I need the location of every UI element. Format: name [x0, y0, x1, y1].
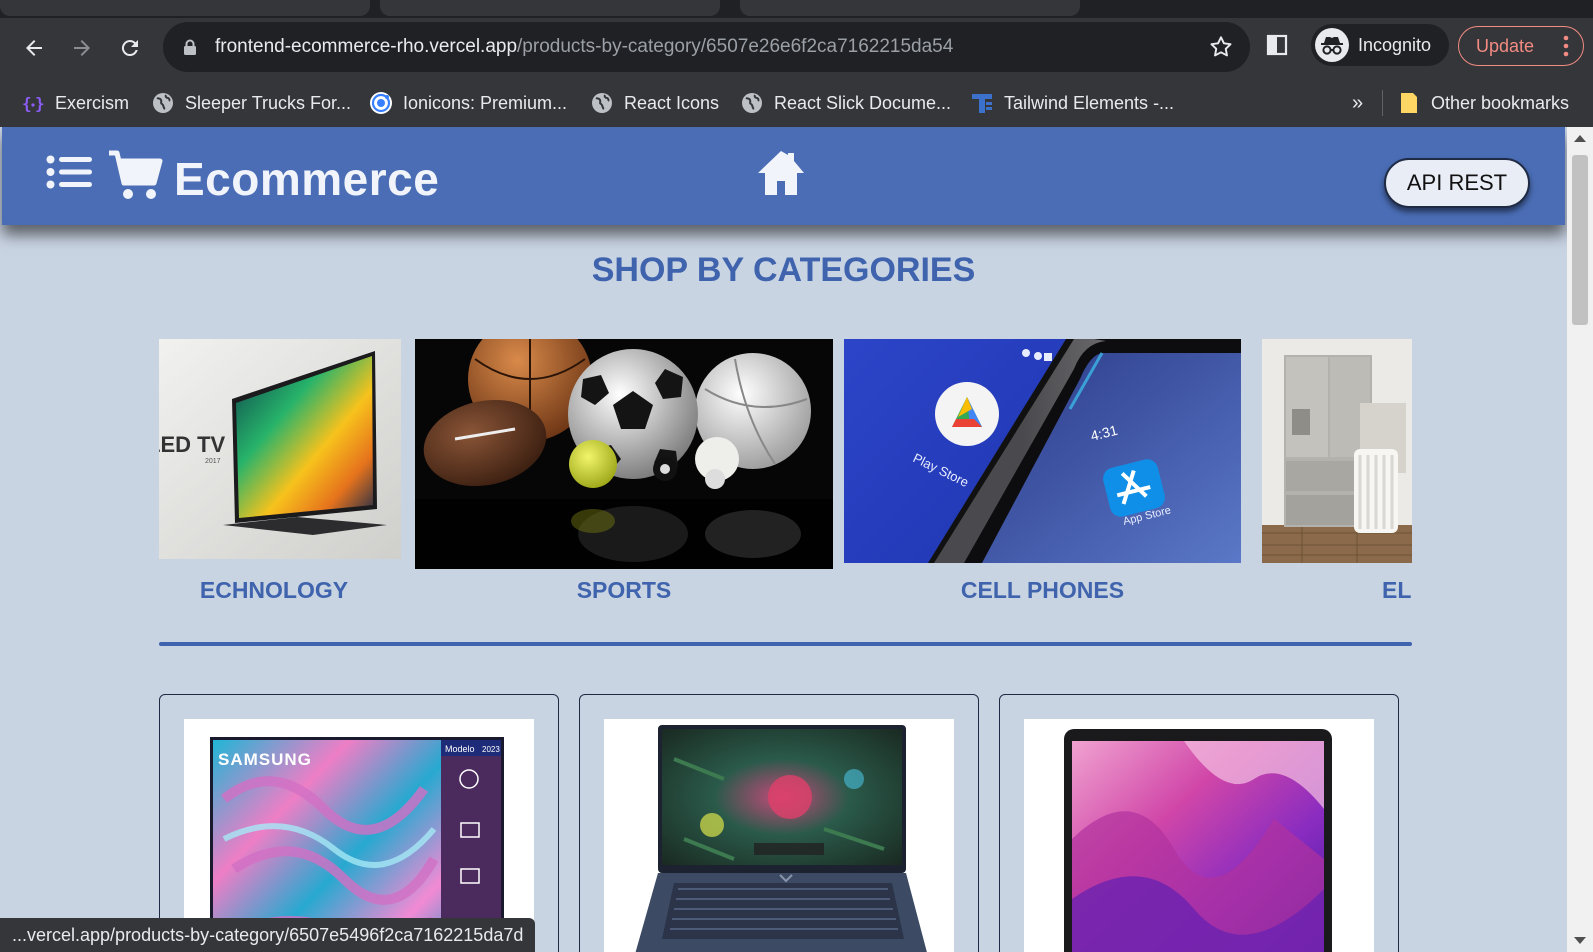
update-button[interactable]: Update: [1458, 26, 1584, 66]
ionicons-icon: [370, 92, 392, 114]
browser-tab[interactable]: [740, 0, 1080, 16]
tab-strip: [0, 0, 1593, 18]
page-viewport: Ecommerce API REST SHOP BY CATEGORIES LE…: [0, 127, 1567, 952]
incognito-label: Incognito: [1358, 35, 1432, 55]
svg-text:2017: 2017: [205, 458, 221, 465]
forward-button[interactable]: [66, 32, 98, 64]
bookmark-star-icon[interactable]: [1208, 34, 1234, 60]
url-host: frontend-ecommerce-rho.vercel.app: [215, 36, 518, 57]
other-bookmarks-button[interactable]: Other bookmarks: [1398, 90, 1569, 116]
site-header: Ecommerce API REST: [2, 127, 1565, 225]
category-label: CELL PHONES: [960, 577, 1125, 599]
product-image-gaming-laptop: [604, 719, 954, 952]
api-rest-button[interactable]: API REST: [1384, 158, 1530, 208]
update-label: Update: [1476, 36, 1535, 56]
lock-icon: [184, 39, 196, 55]
bookmark-label: React Icons: [624, 92, 720, 113]
category-label: ECHNOLOGY: [199, 577, 349, 599]
bookmarks-overflow-label: »: [1352, 91, 1364, 114]
category-image-phones-app-stores: Play Store 4:31 App Store: [844, 339, 1241, 563]
category-carousel[interactable]: LED TV 2017 ECHNOLOGY: [159, 339, 1412, 599]
other-bookmarks-label: Other bookmarks: [1431, 92, 1570, 113]
svg-text:{: {: [22, 94, 32, 113]
svg-text:SAMSUNG: SAMSUNG: [218, 750, 312, 769]
incognito-profile-button[interactable]: Incognito: [1311, 24, 1449, 66]
scroll-down-arrow[interactable]: [1574, 937, 1586, 944]
product-image-macbook: [1024, 719, 1374, 952]
arrow-right-icon: [74, 40, 90, 56]
category-image-appliances: [1262, 339, 1412, 563]
scrollbar-thumb[interactable]: [1572, 155, 1588, 325]
bookmark-label: Ionicons: Premium...: [403, 92, 568, 113]
product-card[interactable]: [579, 694, 979, 952]
product-card[interactable]: [999, 694, 1399, 952]
scroll-up-arrow[interactable]: [1574, 135, 1586, 142]
svg-text:Modelo: Modelo: [445, 744, 475, 754]
status-bar-url: ...vercel.app/products-by-category/6507e…: [0, 918, 536, 952]
url-path: /products-by-category/6507e26e6f2ca71622…: [517, 36, 954, 57]
page-scrollbar[interactable]: [1567, 127, 1593, 952]
svg-text:}: }: [35, 94, 44, 113]
folder-icon: [1398, 92, 1420, 114]
browser-toolbar: frontend-ecommerce-rho.vercel.app/produc…: [0, 18, 1593, 78]
incognito-icon: [1315, 28, 1349, 62]
arrow-left-icon: [26, 40, 42, 56]
side-panel-icon[interactable]: [1266, 34, 1288, 56]
bookmark-sleeper-trucks[interactable]: Sleeper Trucks For...: [152, 90, 351, 116]
bookmark-react-icons[interactable]: React Icons: [591, 90, 719, 116]
reload-button[interactable]: [114, 32, 146, 64]
list-menu-icon: [46, 155, 92, 189]
category-label: EL: [1382, 577, 1412, 599]
bookmarks-separator: [1382, 90, 1383, 116]
exercism-icon: {}: [22, 92, 44, 114]
reload-icon: [121, 40, 138, 57]
bookmarks-bar: {} Exercism Sleeper Trucks For... Ionico…: [0, 78, 1593, 127]
bookmarks-overflow-button[interactable]: »: [1352, 90, 1363, 116]
menu-button[interactable]: [46, 155, 92, 194]
category-label: SPORTS: [576, 577, 672, 599]
category-image-sports-balls: [415, 339, 833, 569]
bookmark-label: Exercism: [55, 92, 130, 113]
back-button[interactable]: [18, 32, 50, 64]
bookmark-label: Sleeper Trucks For...: [185, 92, 352, 113]
globe-icon: [741, 92, 763, 114]
browser-tab[interactable]: [380, 0, 720, 16]
home-icon: [758, 151, 804, 195]
bookmark-ionicons[interactable]: Ionicons: Premium...: [370, 90, 567, 116]
globe-icon: [591, 92, 613, 114]
home-button[interactable]: [756, 148, 806, 203]
bookmark-exercism[interactable]: {} Exercism: [22, 90, 129, 116]
section-title: SHOP BY CATEGORIES: [591, 251, 976, 289]
category-image-oled-tv: LED TV 2017: [159, 339, 401, 559]
bookmark-label: Tailwind Elements -...: [1004, 92, 1175, 113]
shopping-cart-icon[interactable]: [107, 149, 163, 206]
url-text: frontend-ecommerce-rho.vercel.app/produc…: [215, 36, 953, 58]
bookmark-tailwind-elements[interactable]: Tailwind Elements -...: [971, 90, 1174, 116]
brand-logo-text[interactable]: Ecommerce: [174, 152, 439, 206]
globe-icon: [152, 92, 174, 114]
tailwind-elements-icon: [971, 92, 993, 114]
bookmark-label: React Slick Docume...: [774, 92, 952, 113]
address-bar[interactable]: frontend-ecommerce-rho.vercel.app/produc…: [163, 22, 1250, 72]
section-divider: [159, 642, 1412, 646]
browser-tab[interactable]: [0, 0, 370, 16]
product-card[interactable]: Modelo 2023 SAMSUNG: [159, 694, 559, 952]
svg-text:LED TV: LED TV: [159, 432, 226, 457]
more-menu-icon[interactable]: [1563, 35, 1569, 57]
bookmark-react-slick[interactable]: React Slick Docume...: [741, 90, 951, 116]
svg-text:2023: 2023: [482, 745, 500, 754]
